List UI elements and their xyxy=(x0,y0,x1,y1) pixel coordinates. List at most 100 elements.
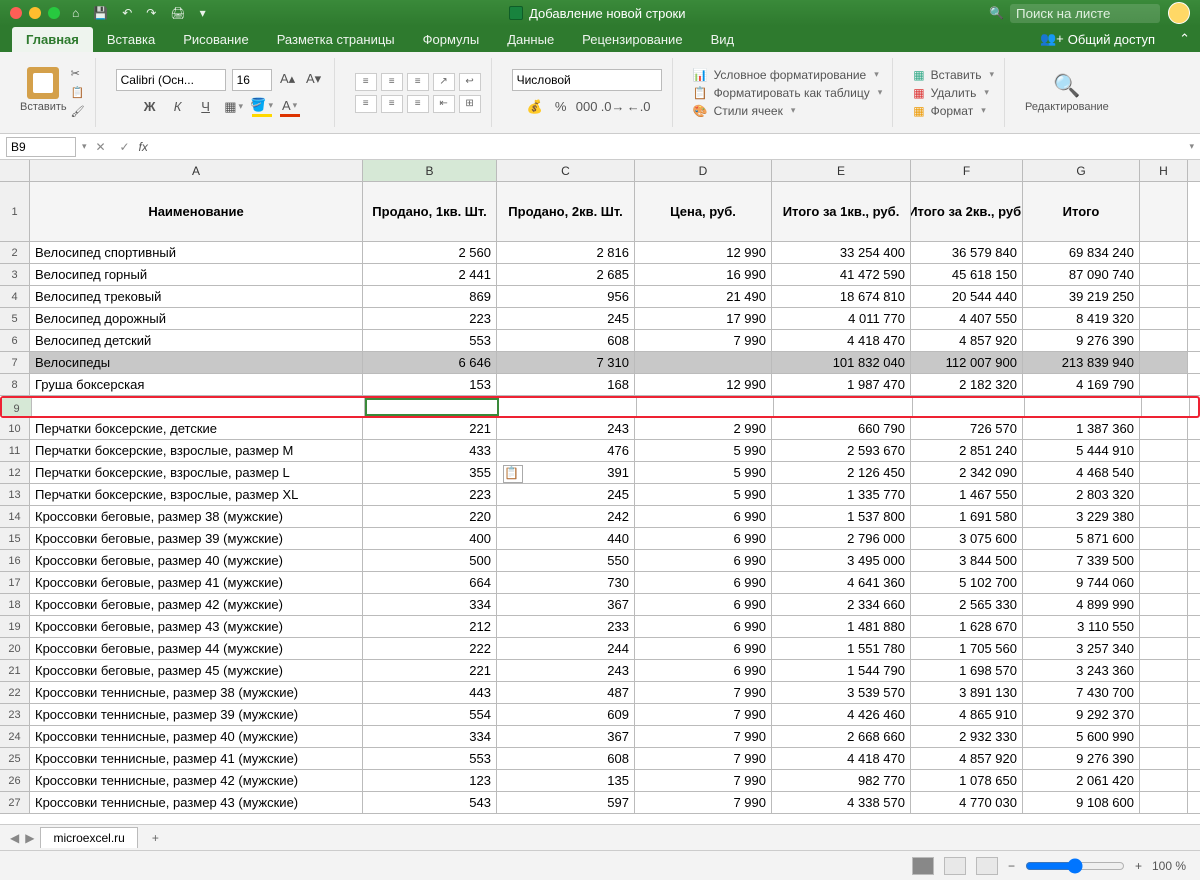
cell[interactable]: 4 169 790 xyxy=(1023,374,1140,395)
row-header[interactable]: 5 xyxy=(0,308,30,329)
cell[interactable] xyxy=(1140,528,1188,549)
dec-decimal-icon[interactable]: ←.0 xyxy=(629,97,649,117)
cell[interactable]: 608 xyxy=(497,748,635,769)
cell[interactable]: 4 468 540 xyxy=(1023,462,1140,483)
cell[interactable]: 6 990 xyxy=(635,550,772,571)
indent-dec-icon[interactable]: ⇤ xyxy=(433,95,455,113)
cell[interactable]: Кроссовки беговые, размер 45 (мужские) xyxy=(30,660,363,681)
cell[interactable] xyxy=(1142,398,1190,416)
cell[interactable]: 6 646 xyxy=(363,352,497,373)
insert-cells-button[interactable]: ▦ Вставить▾ xyxy=(913,68,994,82)
sheet-nav-last-icon[interactable]: ▶ xyxy=(25,831,34,845)
name-box[interactable] xyxy=(6,137,76,157)
row-header[interactable]: 27 xyxy=(0,792,30,813)
cell[interactable]: 6 990 xyxy=(635,660,772,681)
col-header-H[interactable]: H xyxy=(1140,160,1188,181)
cell[interactable] xyxy=(1140,770,1188,791)
row-header[interactable]: 4 xyxy=(0,286,30,307)
row-header[interactable]: 3 xyxy=(0,264,30,285)
cell[interactable]: 3 257 340 xyxy=(1023,638,1140,659)
share-button[interactable]: 👥+ Общий доступ xyxy=(1026,26,1169,52)
cell[interactable]: 3 243 360 xyxy=(1023,660,1140,681)
cell[interactable]: 1 551 780 xyxy=(772,638,911,659)
align-top-icon[interactable]: ≡ xyxy=(355,73,377,91)
cell[interactable]: 7 990 xyxy=(635,770,772,791)
row-header[interactable]: 25 xyxy=(0,748,30,769)
sheet-nav-first-icon[interactable]: ◀ xyxy=(10,831,19,845)
cell[interactable] xyxy=(1140,330,1188,351)
cell[interactable]: 220 xyxy=(363,506,497,527)
row-header[interactable]: 14 xyxy=(0,506,30,527)
cell[interactable] xyxy=(499,398,637,416)
align-left-icon[interactable]: ≡ xyxy=(355,95,377,113)
cell[interactable]: 2 593 670 xyxy=(772,440,911,461)
cell[interactable]: 5 990 xyxy=(635,462,772,483)
cell[interactable]: Кроссовки беговые, размер 42 (мужские) xyxy=(30,594,363,615)
cell[interactable]: 7 430 700 xyxy=(1023,682,1140,703)
cell[interactable]: 7 990 xyxy=(635,748,772,769)
cell[interactable]: 433 xyxy=(363,440,497,461)
cell[interactable]: 1 537 800 xyxy=(772,506,911,527)
cell[interactable]: 2 990 xyxy=(635,418,772,439)
cell[interactable]: 243 xyxy=(497,660,635,681)
col-header-E[interactable]: E xyxy=(772,160,911,181)
cell[interactable]: Велосипед детский xyxy=(30,330,363,351)
cell[interactable] xyxy=(1140,242,1188,263)
cell[interactable]: 553 xyxy=(363,748,497,769)
cell[interactable]: 2 932 330 xyxy=(911,726,1023,747)
font-color-icon[interactable]: A▾ xyxy=(280,97,300,117)
cell[interactable]: 2 182 320 xyxy=(911,374,1023,395)
cell[interactable]: 20 544 440 xyxy=(911,286,1023,307)
header-cell[interactable]: Итого за 1кв., руб. xyxy=(772,182,911,241)
cell[interactable] xyxy=(913,398,1025,416)
cell[interactable]: 869 xyxy=(363,286,497,307)
cell[interactable]: 233 xyxy=(497,616,635,637)
normal-view-icon[interactable] xyxy=(912,857,934,875)
cell[interactable]: 334 xyxy=(363,726,497,747)
cell[interactable] xyxy=(1140,286,1188,307)
cell[interactable]: 1 335 770 xyxy=(772,484,911,505)
cell[interactable]: 1 544 790 xyxy=(772,660,911,681)
font-size-select[interactable] xyxy=(232,69,272,91)
cell[interactable]: 9 276 390 xyxy=(1023,748,1140,769)
cell[interactable]: Велосипед горный xyxy=(30,264,363,285)
cell[interactable]: 3 229 380 xyxy=(1023,506,1140,527)
cell[interactable]: 7 990 xyxy=(635,704,772,725)
zoom-slider[interactable] xyxy=(1025,858,1125,874)
cell[interactable]: 487 xyxy=(497,682,635,703)
cell[interactable]: 4 338 570 xyxy=(772,792,911,813)
redo-icon[interactable]: ↷ xyxy=(146,6,156,20)
col-header-G[interactable]: G xyxy=(1023,160,1140,181)
cell[interactable]: 212 xyxy=(363,616,497,637)
row-header[interactable]: 15 xyxy=(0,528,30,549)
cell[interactable]: Перчатки боксерские, взрослые, размер L xyxy=(30,462,363,483)
cell[interactable]: 730 xyxy=(497,572,635,593)
cell[interactable]: Кроссовки теннисные, размер 42 (мужские) xyxy=(30,770,363,791)
column-headers[interactable]: A B C D E F G H xyxy=(0,160,1200,182)
cell[interactable]: 1 481 880 xyxy=(772,616,911,637)
cell[interactable]: 1 078 650 xyxy=(911,770,1023,791)
cell[interactable] xyxy=(1140,616,1188,637)
window-controls[interactable] xyxy=(10,7,60,19)
cell[interactable]: 4 857 920 xyxy=(911,748,1023,769)
cell[interactable] xyxy=(1140,308,1188,329)
cell[interactable]: 16 990 xyxy=(635,264,772,285)
cell[interactable]: 5 102 700 xyxy=(911,572,1023,593)
cell[interactable] xyxy=(1140,506,1188,527)
cell[interactable]: 2 126 450 xyxy=(772,462,911,483)
tab-home[interactable]: Главная xyxy=(12,27,93,52)
cell[interactable] xyxy=(635,352,772,373)
cell[interactable]: 5 990 xyxy=(635,440,772,461)
cell[interactable]: Перчатки боксерские, взрослые, размер M xyxy=(30,440,363,461)
row-header[interactable]: 11 xyxy=(0,440,30,461)
comma-icon[interactable]: 000 xyxy=(577,97,597,117)
row-header[interactable]: 2 xyxy=(0,242,30,263)
formula-input[interactable] xyxy=(152,137,1184,157)
row-header[interactable]: 26 xyxy=(0,770,30,791)
cell[interactable]: 3 539 570 xyxy=(772,682,911,703)
cell[interactable] xyxy=(637,398,774,416)
col-header-D[interactable]: D xyxy=(635,160,772,181)
number-format-select[interactable] xyxy=(512,69,662,91)
cell[interactable]: 982 770 xyxy=(772,770,911,791)
currency-icon[interactable]: 💰 xyxy=(525,97,545,117)
